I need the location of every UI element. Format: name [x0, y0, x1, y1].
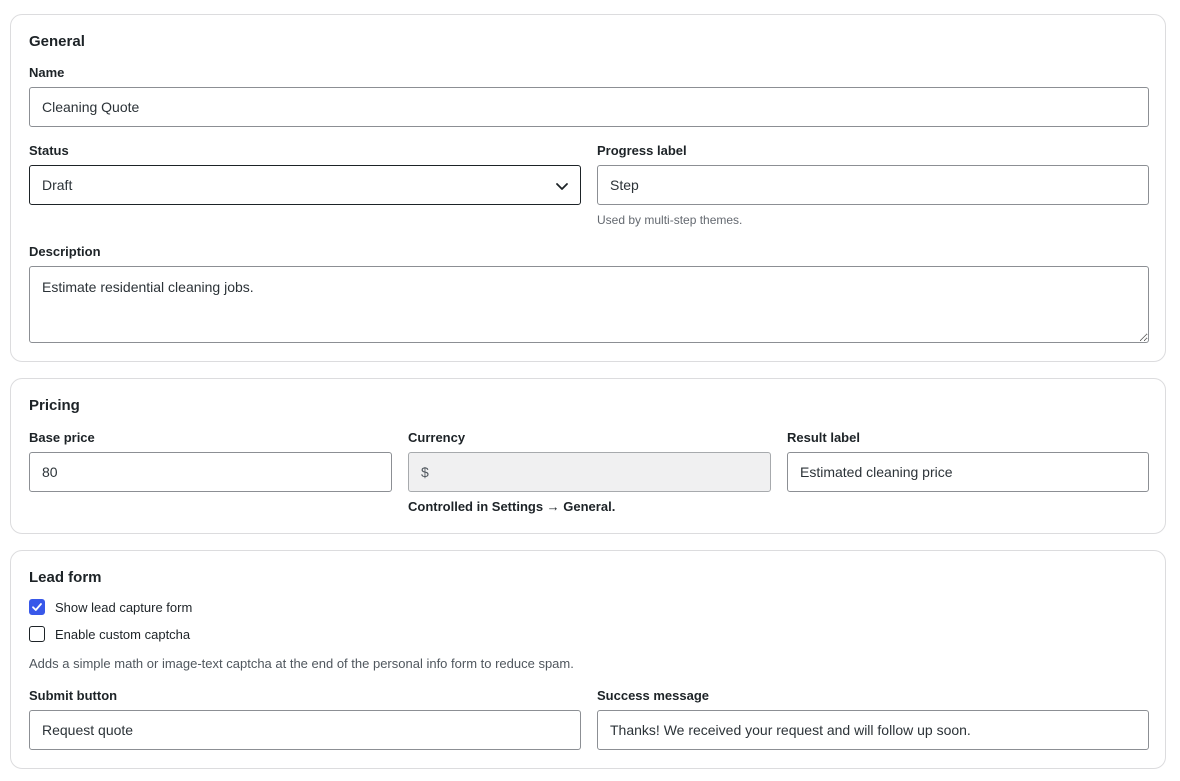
success-message-input[interactable] — [597, 710, 1149, 750]
custom-captcha-toggle[interactable]: Enable custom captcha — [29, 626, 190, 642]
general-title: General — [29, 33, 85, 50]
result-label-input[interactable] — [787, 452, 1149, 492]
show-lead-form-toggle[interactable]: Show lead capture form — [29, 599, 192, 615]
chevron-down-icon — [556, 183, 568, 190]
progress-label: Progress label — [597, 143, 687, 158]
custom-captcha-checkbox[interactable] — [29, 626, 45, 642]
show-lead-form-checkbox[interactable] — [29, 599, 45, 615]
base-price-label: Base price — [29, 430, 95, 445]
status-selected-value: Draft — [42, 177, 73, 193]
captcha-help: Adds a simple math or image-text captcha… — [29, 656, 574, 671]
lead-form-card: Lead form Show lead capture form Enable … — [10, 550, 1166, 769]
description-label: Description — [29, 244, 101, 259]
general-card: General Name Status Draft Progress label… — [10, 14, 1166, 362]
custom-captcha-label: Enable custom captcha — [55, 626, 191, 642]
result-label-label: Result label — [787, 430, 860, 445]
progress-input[interactable] — [597, 165, 1149, 205]
submit-button-label: Submit button — [29, 688, 118, 703]
name-label: Name — [29, 65, 65, 80]
name-input[interactable] — [29, 87, 1149, 127]
lead-form-title: Lead form — [29, 569, 102, 586]
status-label: Status — [29, 143, 69, 158]
show-lead-form-label: Show lead capture form — [55, 599, 193, 615]
currency-input — [408, 452, 771, 492]
description-textarea[interactable]: Estimate residential cleaning jobs. — [29, 266, 1149, 343]
success-message-label: Success message — [597, 688, 710, 703]
status-select[interactable]: Draft — [29, 165, 581, 205]
pricing-title: Pricing — [29, 397, 80, 414]
currency-help: Controlled in Settings → General. — [408, 499, 616, 514]
submit-button-input[interactable] — [29, 710, 581, 750]
base-price-input[interactable] — [29, 452, 392, 492]
checkmark-icon — [32, 603, 42, 611]
pricing-card: Pricing Base price Currency Controlled i… — [10, 378, 1166, 534]
progress-help: Used by multi-step themes. — [597, 213, 743, 227]
currency-label: Currency — [408, 430, 466, 445]
